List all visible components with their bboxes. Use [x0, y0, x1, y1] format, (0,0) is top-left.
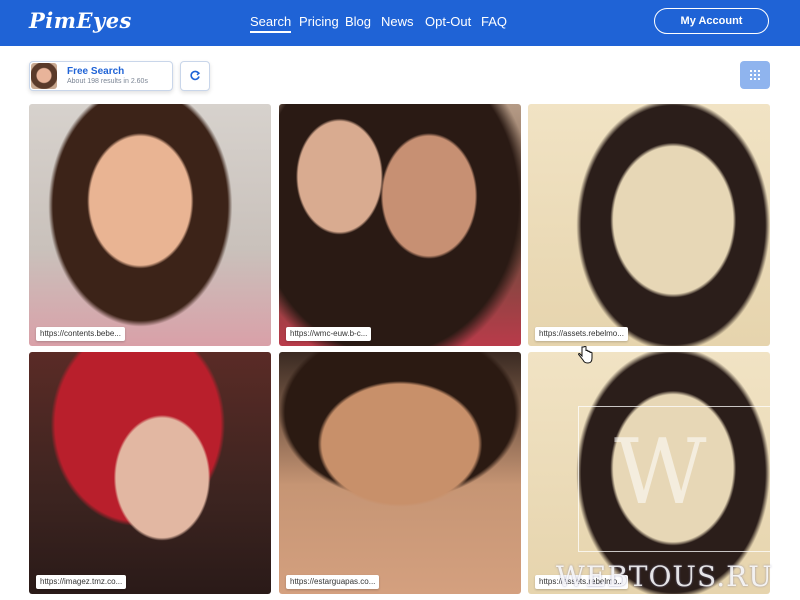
result-card[interactable]: https://estarguapas.co...: [279, 352, 521, 594]
nav-pricing[interactable]: Pricing: [299, 14, 339, 29]
pimeyes-logo[interactable]: PimEyes: [29, 8, 132, 33]
watermark-text: WEBTOUS.RU: [556, 560, 773, 593]
nav-search[interactable]: Search: [250, 14, 292, 33]
result-source-url[interactable]: https://assets.rebelmo...: [535, 327, 628, 341]
nav-opt-out[interactable]: Opt-Out: [425, 14, 471, 29]
query-face-thumbnail: [31, 63, 57, 89]
watermark-letter: W: [614, 420, 707, 525]
search-query-chip[interactable]: Free Search About 198 results in 2.60s: [29, 61, 173, 91]
result-face-image: [29, 104, 271, 346]
refresh-button[interactable]: [180, 61, 210, 91]
result-card[interactable]: https://contents.bebe...: [29, 104, 271, 346]
result-card[interactable]: https://imagez.tmz.co...: [29, 352, 271, 594]
result-face-image: [279, 104, 521, 346]
results-summary: About 198 results in 2.60s: [67, 78, 148, 85]
result-source-url[interactable]: https://wmc-euw.b-c...: [286, 327, 372, 341]
result-source-url[interactable]: https://estarguapas.co...: [286, 575, 380, 589]
result-face-image: [279, 352, 521, 594]
search-type-label: Free Search: [67, 66, 125, 77]
result-source-url[interactable]: https://imagez.tmz.co...: [36, 575, 127, 589]
result-source-url[interactable]: https://contents.bebe...: [36, 327, 125, 341]
result-face-image: [528, 104, 770, 346]
refresh-icon: [190, 70, 201, 81]
my-account-button[interactable]: My Account: [654, 8, 769, 34]
top-navbar: PimEyes Search Pricing Blog News Opt-Out…: [0, 0, 800, 46]
result-card[interactable]: https://assets.rebelmo...: [528, 104, 770, 346]
result-card[interactable]: https://wmc-euw.b-c...: [279, 104, 521, 346]
hand-cursor-icon: [578, 346, 593, 364]
nav-faq[interactable]: FAQ: [481, 14, 507, 29]
grid-view-toggle[interactable]: [740, 61, 770, 89]
nav-news[interactable]: News: [381, 14, 414, 29]
grid-icon: [750, 70, 760, 80]
result-face-image: [29, 352, 271, 594]
nav-blog[interactable]: Blog: [345, 14, 371, 29]
